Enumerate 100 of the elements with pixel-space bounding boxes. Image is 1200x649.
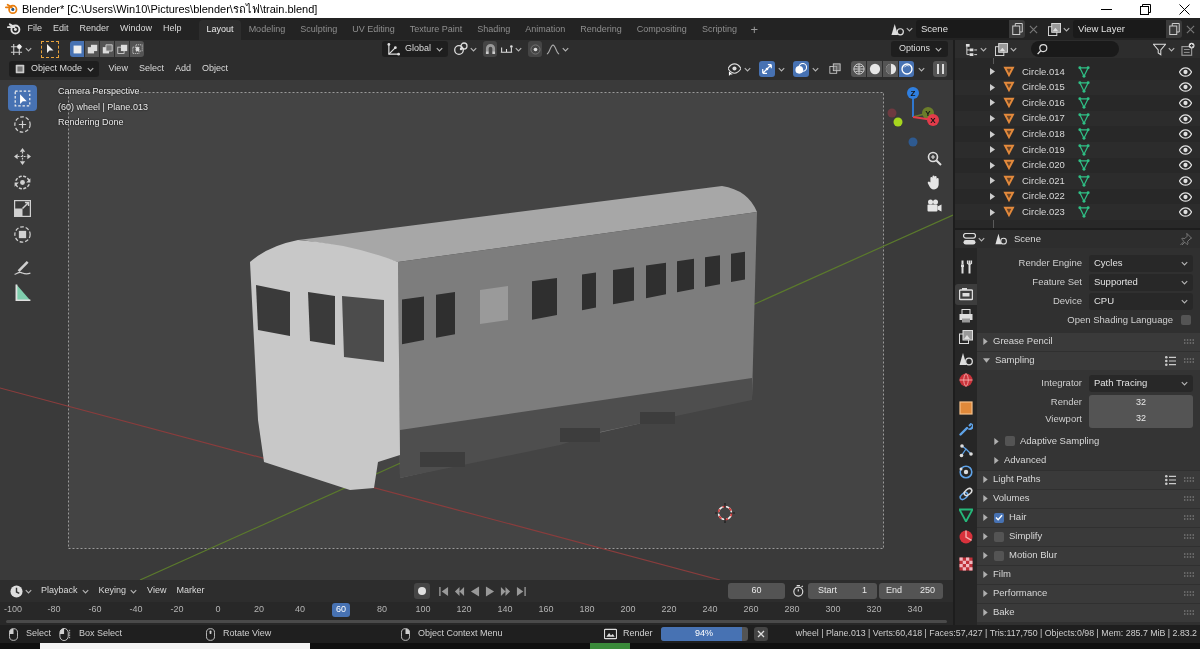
dropdown[interactable]: Path Tracing xyxy=(1089,374,1193,392)
panel-header[interactable]: Bake xyxy=(977,603,1200,622)
search-field[interactable] xyxy=(1031,41,1119,57)
disclosure-triangle-icon[interactable] xyxy=(990,161,995,169)
checkbox[interactable] xyxy=(994,550,1004,561)
list-icon[interactable] xyxy=(1165,474,1176,485)
workspace-tab[interactable]: Sculpting xyxy=(292,20,345,40)
subpanel-title[interactable]: Advanced xyxy=(1004,454,1047,466)
subpanel-title[interactable]: Adaptive Sampling xyxy=(1020,435,1100,447)
clock-icon[interactable] xyxy=(10,584,23,598)
disclosure-triangle-icon[interactable] xyxy=(990,115,995,123)
shading-mode-button[interactable] xyxy=(883,61,898,77)
disclosure-triangle-icon[interactable] xyxy=(983,609,988,616)
disclosure-triangle-icon[interactable] xyxy=(990,99,995,107)
disclosure-triangle-icon[interactable] xyxy=(983,476,988,483)
eye-icon[interactable] xyxy=(1179,98,1192,108)
pause-button[interactable] xyxy=(933,61,947,77)
tick-marks-icon[interactable] xyxy=(500,44,513,54)
menu-item[interactable]: Help xyxy=(157,20,188,38)
pin-icon[interactable] xyxy=(1180,233,1192,245)
next-keyframe-icon[interactable] xyxy=(500,585,512,597)
duplicate-button[interactable] xyxy=(1166,20,1182,38)
eye-icon[interactable] xyxy=(1179,113,1192,124)
checkbox[interactable] xyxy=(994,531,1004,542)
disclosure-triangle-icon[interactable] xyxy=(983,514,988,521)
menu-item[interactable]: View xyxy=(103,61,134,77)
selection-mode-button[interactable] xyxy=(115,41,129,57)
dropdown[interactable]: CPU xyxy=(1089,292,1193,310)
disclosure-triangle-icon[interactable] xyxy=(983,338,988,345)
menu-item[interactable]: Edit xyxy=(47,20,75,38)
shading-mode-button[interactable] xyxy=(899,61,914,77)
menu-dropdown[interactable]: Playback xyxy=(36,583,94,599)
grip-icon[interactable] xyxy=(1184,534,1194,539)
workspace-tab[interactable]: Compositing xyxy=(629,20,695,40)
add-workspace-button[interactable]: + xyxy=(744,20,764,40)
panel-header[interactable]: Grease Pencil xyxy=(977,332,1200,351)
mode-dropdown[interactable]: Object Mode xyxy=(9,61,100,77)
checkbox[interactable] xyxy=(994,512,1004,523)
image-stack-icon[interactable] xyxy=(995,42,1008,56)
disclosure-triangle-icon[interactable] xyxy=(990,193,995,201)
workspace-tab[interactable]: UV Editing xyxy=(344,20,403,40)
stacked-pills-icon[interactable] xyxy=(963,233,976,245)
image-stack-icon[interactable] xyxy=(1048,22,1061,36)
selection-mode-button[interactable] xyxy=(70,41,84,57)
options-dropdown[interactable]: Options xyxy=(890,41,948,57)
workspace-tab[interactable]: Texture Paint xyxy=(402,20,470,40)
menu-item[interactable]: Render xyxy=(74,20,115,38)
linked-circles-icon[interactable] xyxy=(454,42,468,56)
disclosure-triangle-icon[interactable] xyxy=(990,177,995,185)
cone-sphere-icon[interactable] xyxy=(891,22,904,36)
disclosure-triangle-icon[interactable] xyxy=(983,552,988,559)
workspace-tab[interactable]: Modeling xyxy=(241,20,293,40)
grip-icon[interactable] xyxy=(1184,572,1194,577)
menu-item[interactable]: Marker xyxy=(171,583,210,599)
menu-item[interactable]: File xyxy=(22,20,48,38)
panel-header[interactable]: Motion Blur xyxy=(977,546,1200,565)
workspace-tab[interactable]: Animation xyxy=(517,20,573,40)
view-layer-field[interactable]: View Layer xyxy=(1073,20,1166,38)
taskbar-app-tile[interactable] xyxy=(590,643,630,649)
record-button[interactable] xyxy=(414,583,431,599)
taskbar-field[interactable] xyxy=(40,643,310,649)
funnel-icon[interactable] xyxy=(1153,42,1166,56)
scrollbar[interactable] xyxy=(6,620,947,623)
grip-icon[interactable] xyxy=(1184,515,1194,520)
camera-icon[interactable] xyxy=(927,199,942,212)
frame-start-field[interactable]: Start 1 xyxy=(808,583,877,599)
eye-icon[interactable] xyxy=(1179,129,1192,140)
active-tool-button[interactable] xyxy=(41,40,59,58)
cross-icon[interactable] xyxy=(1186,24,1195,34)
disclosure-triangle-icon[interactable] xyxy=(983,571,988,578)
cursor-crosshair-icon[interactable] xyxy=(715,503,735,523)
properties-tab[interactable] xyxy=(955,283,977,305)
gizmos-toggle[interactable] xyxy=(759,61,775,77)
workspace-tab[interactable]: Rendering xyxy=(572,20,630,40)
previous-keyframe-icon[interactable] xyxy=(454,585,466,597)
disclosure-triangle-icon[interactable] xyxy=(990,208,995,216)
grid-dot-icon[interactable] xyxy=(10,42,23,56)
disclosure-triangle-icon[interactable] xyxy=(990,83,995,91)
play-reverse-icon[interactable] xyxy=(470,585,481,597)
panel-header[interactable]: Performance xyxy=(977,584,1200,603)
duplicate-button[interactable] xyxy=(1009,20,1025,38)
orientation-dropdown[interactable]: Global xyxy=(382,41,448,57)
disclosure-triangle-icon[interactable] xyxy=(983,358,990,363)
selection-mode-button[interactable] xyxy=(100,41,114,57)
hand-icon[interactable] xyxy=(927,175,940,190)
grip-icon[interactable] xyxy=(1184,610,1194,615)
checkbox[interactable] xyxy=(1005,436,1015,446)
disclosure-triangle-icon[interactable] xyxy=(983,495,988,502)
list-icon[interactable] xyxy=(1165,355,1176,366)
shading-mode-button[interactable] xyxy=(851,61,866,77)
eye-icon[interactable] xyxy=(1179,160,1192,171)
eye-icon[interactable] xyxy=(1179,144,1192,155)
selection-mode-button[interactable] xyxy=(85,41,99,57)
workspace-tab[interactable]: Layout xyxy=(199,20,242,40)
cancel-button[interactable] xyxy=(753,627,768,641)
panel-header[interactable]: Hair xyxy=(977,508,1200,527)
grip-icon[interactable] xyxy=(1184,339,1194,344)
workspace-tab[interactable]: Shading xyxy=(469,20,518,40)
disclosure-triangle-icon[interactable] xyxy=(983,533,988,540)
grip-icon[interactable] xyxy=(1184,358,1194,363)
